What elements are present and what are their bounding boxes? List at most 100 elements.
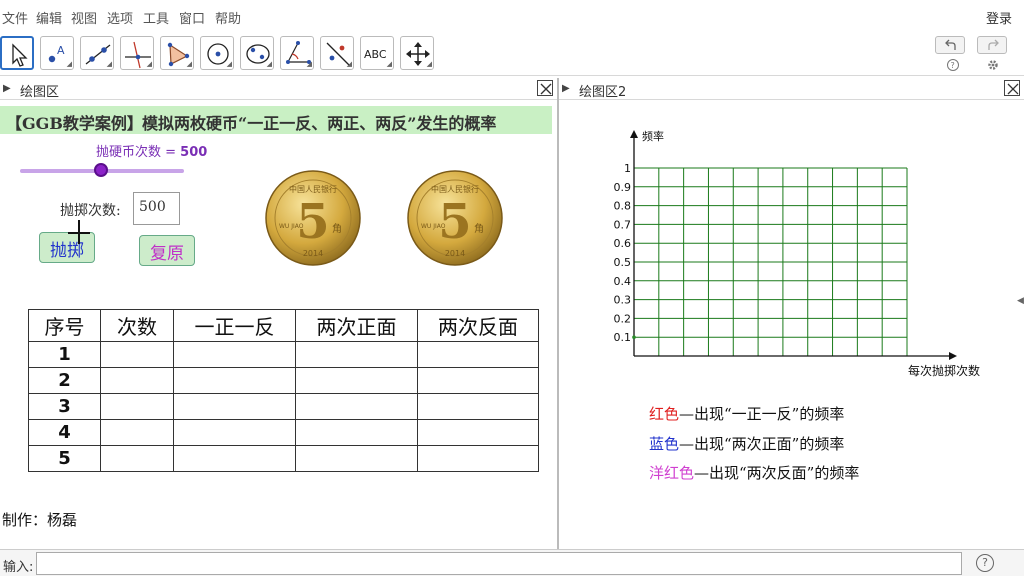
- table-cell: [100, 445, 174, 472]
- menu-options[interactable]: 选项: [107, 8, 133, 27]
- table-header-cell: 两次正面: [295, 309, 418, 342]
- table-cell: [417, 367, 539, 394]
- table-row: 5: [28, 445, 539, 472]
- svg-text:ABC: ABC: [364, 48, 387, 61]
- chart-y-axis-label: 频率: [642, 129, 664, 143]
- menu-help[interactable]: 帮助: [215, 8, 241, 27]
- chart-grid: [634, 167, 908, 356]
- menu-view[interactable]: 视图: [71, 8, 97, 27]
- coin-year: 2014: [445, 249, 465, 258]
- table-cell: [100, 367, 174, 394]
- panel-divider[interactable]: [557, 78, 559, 550]
- login-link[interactable]: 登录: [986, 8, 1012, 27]
- menu-file[interactable]: 文件: [2, 8, 28, 27]
- dropdown-triangle-icon: ◢: [346, 60, 352, 68]
- y-axis-arrow-icon: [630, 130, 638, 138]
- y-tick-label: 0.3: [614, 294, 632, 307]
- close-panel-icon[interactable]: [537, 80, 553, 96]
- command-input-field[interactable]: [36, 552, 962, 575]
- reset-button[interactable]: 复原: [139, 235, 195, 266]
- expand-sidebar-arrow-icon[interactable]: ◀: [1017, 296, 1024, 306]
- angle-tool-button[interactable]: ◢: [280, 36, 314, 70]
- legend-color-name: 洋红色: [649, 464, 695, 482]
- coin-pinyin: WU JIAO: [421, 223, 446, 230]
- coin-image-2: 中国人民银行 5 角 WU JIAO 2014: [407, 170, 503, 266]
- table-cell: 1: [28, 341, 101, 368]
- y-tick-label: 1: [624, 162, 631, 175]
- graphics-view-2-titlebar: ▶ 绘图区2: [559, 78, 1024, 100]
- chart-y-tick-labels: 0.1 0.2 0.3 0.4 0.5 0.6 0.7 0.8 0.9 1: [614, 162, 632, 344]
- table-row: 2: [28, 367, 539, 394]
- results-table: 序号 次数 一正一反 两次正面 两次反面 1 2 3 4 5: [28, 309, 539, 472]
- table-header-cell: 一正一反: [173, 309, 296, 342]
- throw-count-input[interactable]: 500: [133, 192, 180, 225]
- help-icon[interactable]: ?: [946, 58, 960, 72]
- input-help-icon[interactable]: ?: [976, 554, 994, 572]
- redo-icon: [988, 39, 999, 50]
- banner-title: 模拟两枚硬币“一正一反、两正、两反”发生的概率: [142, 114, 497, 133]
- close-panel-icon[interactable]: [1004, 80, 1020, 96]
- table-cell: 5: [28, 445, 101, 472]
- table-cell: [417, 393, 539, 420]
- slider-label: 抛硬币次数 = 500: [96, 145, 208, 160]
- y-axis-point: [632, 335, 636, 339]
- slider-value: 500: [180, 145, 208, 160]
- menu-window[interactable]: 窗口: [179, 8, 205, 27]
- dropdown-triangle-icon: ◢: [66, 60, 72, 68]
- y-tick-label: 0.7: [614, 218, 632, 231]
- dropdown-triangle-icon: ◢: [426, 60, 432, 68]
- menu-tools[interactable]: 工具: [143, 8, 169, 27]
- perpendicular-tool-button[interactable]: ◢: [120, 36, 154, 70]
- table-cell: 3: [28, 393, 101, 420]
- coin-image-1: 中国人民银行 5 角 WU JIAO 2014: [265, 170, 361, 266]
- circle-tool-button[interactable]: ◢: [200, 36, 234, 70]
- collapse-arrow-icon[interactable]: ▶: [3, 83, 11, 94]
- legend-item-two-tails: 洋红色—出现“两次反面”的频率: [649, 462, 859, 483]
- table-header-cell: 序号: [28, 309, 101, 342]
- legend-color-name: 蓝色: [649, 435, 680, 453]
- table-cell: 2: [28, 367, 101, 394]
- graphics-view-1-title: 绘图区: [20, 85, 60, 100]
- y-tick-label: 0.4: [614, 275, 632, 288]
- table-header-cell: 次数: [100, 309, 174, 342]
- table-header-cell: 两次反面: [417, 309, 539, 342]
- table-cell: [100, 419, 174, 446]
- input-bar: 输入: ?: [0, 549, 1024, 576]
- settings-gear-icon[interactable]: [986, 58, 1000, 72]
- point-tool-button[interactable]: A ◢: [40, 36, 74, 70]
- frequency-chart: 0.1 0.2 0.3 0.4 0.5 0.6 0.7 0.8 0.9 1 频率 每次抛掷次数: [614, 129, 981, 378]
- collapse-arrow-icon[interactable]: ▶: [562, 83, 570, 94]
- dropdown-triangle-icon: ◢: [306, 60, 312, 68]
- redo-button[interactable]: [977, 36, 1007, 54]
- ellipse-tool-button[interactable]: ◢: [240, 36, 274, 70]
- polygon-tool-button[interactable]: ◢: [160, 36, 194, 70]
- menu-edit[interactable]: 编辑: [36, 8, 62, 27]
- dropdown-triangle-icon: ◢: [106, 60, 112, 68]
- coin-unit: 角: [474, 223, 484, 235]
- move-tool-button[interactable]: [0, 36, 34, 70]
- coin-unit: 角: [332, 223, 342, 235]
- table-cell: [295, 341, 418, 368]
- text-tool-button[interactable]: ABC ◢: [360, 36, 394, 70]
- reflect-tool-button[interactable]: ◢: [320, 36, 354, 70]
- graphics-view-2-title: 绘图区2: [579, 85, 627, 100]
- throw-button[interactable]: 抛掷: [39, 232, 95, 263]
- coin-top-text: 中国人民银行: [431, 184, 479, 194]
- throw-count-slider-handle[interactable]: [94, 163, 108, 177]
- move-graphics-view-button[interactable]: ◢: [400, 36, 434, 70]
- banner-tag: 【GGB教学案例】: [6, 114, 143, 133]
- y-tick-label: 0.1: [614, 331, 632, 344]
- input-label: 输入:: [3, 560, 34, 575]
- lesson-title-banner: 【GGB教学案例】 模拟两枚硬币“一正一反、两正、两反”发生的概率: [0, 106, 552, 134]
- table-cell: [173, 445, 296, 472]
- move-tool-icon: [12, 43, 28, 67]
- line-tool-button[interactable]: ◢: [80, 36, 114, 70]
- coin-numeral: 5: [296, 194, 329, 250]
- table-header-row: 序号 次数 一正一反 两次正面 两次反面: [28, 309, 539, 342]
- graphics-view-1-titlebar: ▶ 绘图区: [0, 78, 557, 100]
- dropdown-triangle-icon: ◢: [146, 60, 152, 68]
- table-cell: [295, 393, 418, 420]
- undo-button[interactable]: [935, 36, 965, 54]
- menu-bar: 文件 编辑 视图 选项 工具 窗口 帮助 登录: [0, 0, 1024, 32]
- table-cell: [417, 445, 539, 472]
